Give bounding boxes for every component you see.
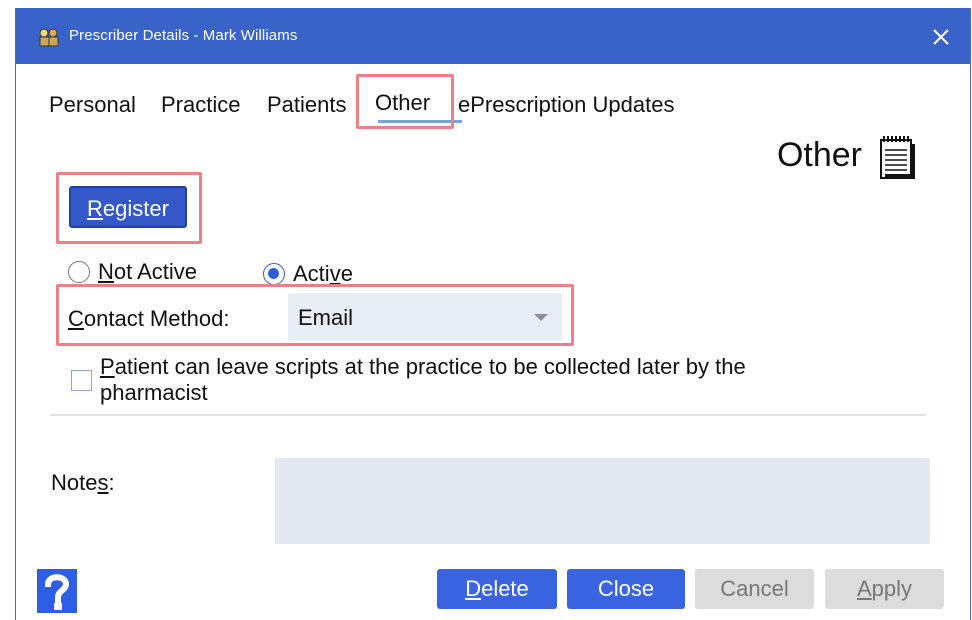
tab-eprescription-updates[interactable]: ePrescription Updates: [458, 92, 674, 118]
apply-button[interactable]: Apply: [825, 569, 944, 609]
radio-not-active-circle[interactable]: [68, 261, 90, 283]
collect-scripts-checkbox[interactable]: [71, 370, 92, 391]
app-icon: [39, 28, 59, 47]
divider: [50, 414, 926, 416]
help-icon[interactable]: [37, 569, 77, 613]
title-bar: Prescriber Details - Mark Williams: [16, 8, 970, 64]
tab-personal[interactable]: Personal: [49, 92, 136, 118]
contact-method-label: Contact Method:: [68, 306, 230, 331]
tab-practice[interactable]: Practice: [161, 92, 240, 118]
highlight-other-tab: [356, 74, 454, 129]
notes-label: Notes:: [51, 470, 115, 495]
close-button[interactable]: Close: [567, 569, 685, 609]
tab-patients[interactable]: Patients: [267, 92, 347, 118]
radio-active-circle[interactable]: [263, 263, 285, 285]
register-button[interactable]: Register: [69, 186, 187, 228]
chevron-down-icon[interactable]: [534, 314, 548, 321]
radio-not-active[interactable]: Not Active: [68, 259, 197, 285]
notepad-icon: [880, 136, 915, 179]
contact-method-select[interactable]: Email: [288, 293, 562, 341]
contact-method-value: Email: [298, 305, 354, 330]
section-title: Other: [776, 136, 862, 174]
close-window-icon[interactable]: [926, 22, 956, 52]
cancel-button[interactable]: Cancel: [695, 569, 814, 609]
delete-button[interactable]: Delete: [437, 569, 557, 609]
window-title: Prescriber Details - Mark Williams: [69, 27, 298, 44]
prescriber-details-window: Prescriber Details - Mark Williams Perso…: [15, 8, 971, 620]
collect-scripts-label[interactable]: Patient can leave scripts at the practic…: [100, 354, 830, 406]
notes-textarea[interactable]: [275, 458, 930, 544]
